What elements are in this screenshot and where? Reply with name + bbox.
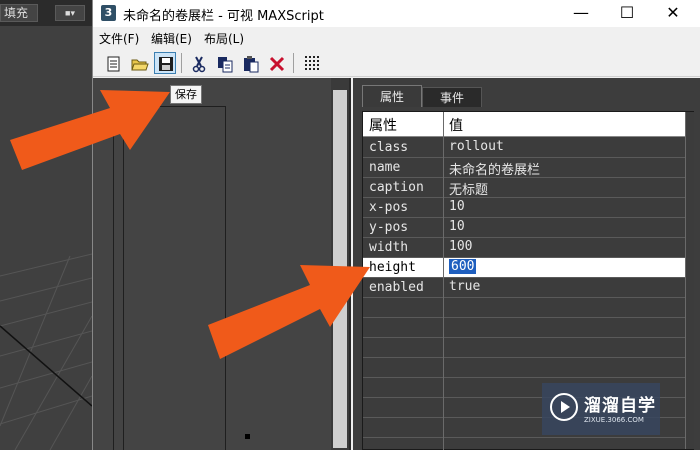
maximize-button[interactable]: ☐ [605, 0, 649, 26]
paste-icon [244, 56, 259, 73]
property-row-y-pos[interactable]: y-pos 10 [363, 218, 685, 238]
empty-row [363, 318, 685, 338]
watermark: 溜溜自学 ZIXUE.3066.COM [542, 383, 660, 435]
property-value[interactable]: 10 [449, 199, 465, 214]
open-folder-icon [131, 59, 149, 71]
property-value[interactable]: 600 [449, 259, 477, 274]
table-scrollbar[interactable] [685, 112, 694, 449]
chevron-down-icon: ■▾ [65, 8, 75, 18]
property-row-width[interactable]: width 100 [363, 238, 685, 258]
copy-icon [218, 57, 233, 73]
arrow-pointer-save [10, 90, 170, 170]
column-divider [443, 112, 444, 450]
property-value[interactable]: rollout [449, 139, 504, 154]
watermark-name: 溜溜自学 [584, 396, 656, 416]
empty-row [363, 438, 685, 450]
column-header-value: 值 [449, 118, 463, 134]
property-key: height [369, 260, 416, 275]
property-row-caption[interactable]: caption 无标题 [363, 178, 685, 198]
menu-file[interactable]: 文件(F) [99, 30, 139, 47]
property-row-class[interactable]: class rollout [363, 138, 685, 158]
menu-edit[interactable]: 编辑(E) [151, 30, 192, 47]
property-value[interactable]: 10 [449, 219, 465, 234]
paste-button[interactable] [239, 52, 261, 74]
cut-button[interactable] [187, 52, 209, 74]
property-key: y-pos [369, 220, 409, 235]
minimize-button[interactable]: — [559, 0, 603, 26]
copy-button[interactable] [213, 52, 235, 74]
title-bar[interactable]: 3 未命名的卷展栏 - 可视 MAXScript — ☐ ✕ [93, 0, 700, 27]
window-title: 未命名的卷展栏 - 可视 MAXScript [123, 9, 324, 24]
grid-icon [305, 56, 319, 70]
property-row-enabled[interactable]: enabled true [363, 278, 685, 298]
open-button[interactable] [128, 52, 150, 74]
empty-row [363, 358, 685, 378]
property-row-x-pos[interactable]: x-pos 10 [363, 198, 685, 218]
grid-button[interactable] [301, 52, 323, 74]
tab-events[interactable]: 事件 [422, 87, 482, 107]
fill-dropdown[interactable]: ■▾ [55, 5, 85, 21]
toolbar-separator [181, 53, 182, 73]
play-logo-icon [550, 393, 578, 421]
empty-row [363, 298, 685, 318]
viewport-topbar: 填充 ■▾ [0, 0, 92, 26]
property-key: caption [369, 180, 424, 195]
property-value[interactable]: 无标题 [449, 179, 488, 198]
property-key: name [369, 160, 401, 175]
delete-icon [269, 56, 285, 72]
toolbar [93, 49, 700, 77]
property-row-name[interactable]: name 未命名的卷展栏 [363, 158, 685, 178]
table-header: 属性 值 [363, 112, 685, 137]
property-value[interactable]: true [449, 279, 480, 294]
fill-label[interactable]: 填充 [0, 4, 38, 22]
column-header-property: 属性 [369, 118, 397, 134]
close-button[interactable]: ✕ [651, 0, 695, 26]
property-value[interactable]: 未命名的卷展栏 [449, 159, 540, 178]
toolbar-separator [293, 53, 294, 73]
app-icon: 3 [101, 5, 116, 21]
menu-layout[interactable]: 布局(L) [204, 30, 244, 47]
arrow-pointer-height [208, 265, 370, 359]
property-key: x-pos [369, 200, 409, 215]
empty-row [363, 338, 685, 358]
property-key: enabled [369, 280, 424, 295]
property-key: width [369, 240, 409, 255]
delete-button[interactable] [265, 52, 287, 74]
new-document-icon [107, 56, 120, 72]
cut-icon [192, 56, 206, 73]
property-value[interactable]: 100 [449, 239, 472, 254]
property-key: class [369, 140, 409, 155]
save-button[interactable] [154, 52, 176, 74]
menu-bar: 文件(F) 编辑(E) 布局(L) [93, 27, 700, 49]
save-tooltip: 保存 [170, 85, 202, 104]
watermark-url: ZIXUE.3066.COM [584, 416, 644, 424]
property-row-height[interactable]: height 600 [363, 258, 685, 278]
save-icon [159, 57, 173, 71]
new-button[interactable] [102, 52, 124, 74]
tab-properties[interactable]: 属性 [362, 85, 422, 107]
resize-handle[interactable] [245, 434, 250, 439]
